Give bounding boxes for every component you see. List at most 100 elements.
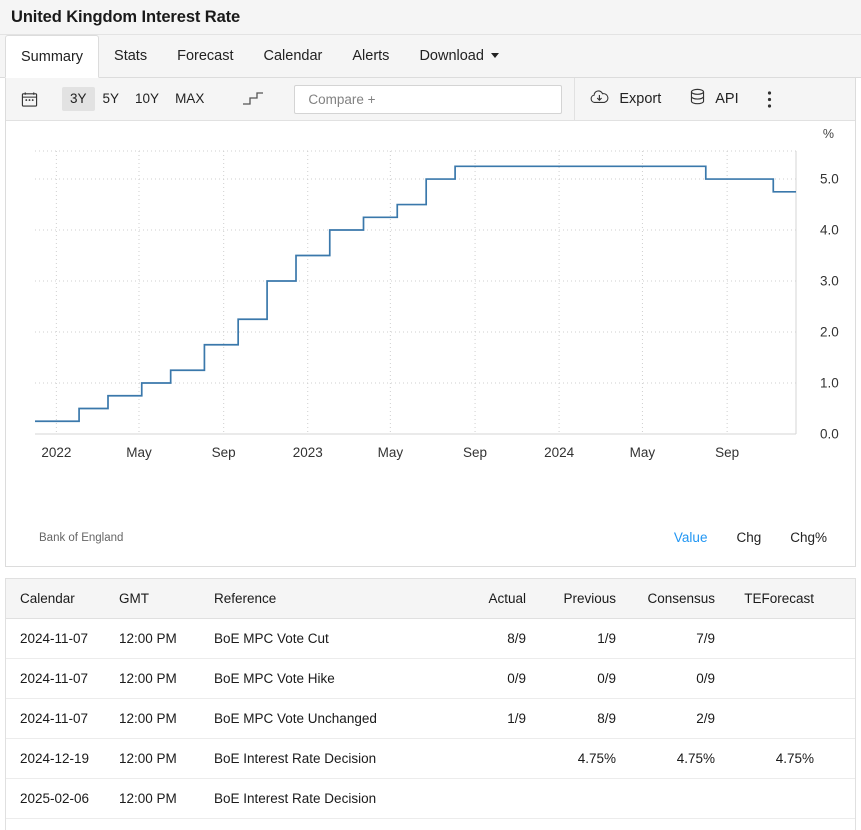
cell-reference: BoE MPC Vote Cut	[214, 619, 467, 659]
cell-gmt: 12:00 PM	[119, 659, 214, 699]
vertical-dots-icon[interactable]	[753, 90, 781, 109]
cell-reference: BoE Interest Rate Decision	[214, 779, 467, 819]
table-header-row: CalendarGMTReferenceActualPreviousConsen…	[6, 579, 855, 619]
range-button-5y[interactable]: 5Y	[95, 87, 128, 111]
table-row[interactable]: 2024-11-0712:00 PMBoE MPC Vote Cut8/91/9…	[6, 619, 855, 659]
svg-text:May: May	[378, 445, 404, 460]
svg-text:1.0: 1.0	[820, 376, 839, 391]
cell-reference: BoE MPC Vote Unchanged	[214, 699, 467, 739]
table-row[interactable]: 2025-02-0612:00 PMBoE Interest Rate Deci…	[6, 779, 855, 819]
cell-previous: 1/9	[548, 619, 638, 659]
svg-text:Sep: Sep	[463, 445, 487, 460]
svg-text:0.0: 0.0	[820, 427, 839, 442]
chart-card: 3Y5Y10YMAX Export	[5, 78, 856, 567]
cell-calendar: 2025-02-06	[6, 779, 119, 819]
tab-label: Calendar	[264, 48, 323, 64]
interest-rate-step-chart[interactable]: 0.01.02.03.04.05.02022MaySep2023MaySep20…	[6, 121, 855, 516]
table-head: CalendarGMTReferenceActualPreviousConsen…	[6, 579, 855, 619]
tab-label: Forecast	[177, 48, 233, 64]
chart-mode-chg-pct[interactable]: Chg%	[790, 530, 827, 545]
cell-gmt: 12:00 PM	[119, 779, 214, 819]
calendar-table-wrapper: CalendarGMTReferenceActualPreviousConsen…	[5, 578, 856, 830]
cell-teforecast	[738, 779, 855, 819]
table-row[interactable]: 2025-02-0612:00 PMBoE MPC Vote Cut	[6, 819, 855, 830]
calendar-table: CalendarGMTReferenceActualPreviousConsen…	[6, 579, 855, 830]
export-button[interactable]: Export	[575, 89, 675, 110]
tab-bar: Summary Stats Forecast Calendar Alerts Downlo…	[0, 35, 861, 78]
column-header-actual[interactable]: Actual	[467, 579, 548, 619]
page-title: United Kingdom Interest Rate	[11, 8, 240, 27]
cell-gmt: 12:00 PM	[119, 739, 214, 779]
cell-teforecast: 4.75%	[738, 739, 855, 779]
range-button-max[interactable]: MAX	[167, 87, 212, 111]
chart-source-label: Bank of England	[39, 532, 123, 544]
column-header-previous[interactable]: Previous	[548, 579, 638, 619]
column-header-reference[interactable]: Reference	[214, 579, 467, 619]
chart-mode-selector: Value Chg Chg%	[674, 530, 827, 545]
page-root: United Kingdom Interest Rate Summary Stat…	[0, 0, 861, 830]
tab-label: Summary	[21, 49, 83, 65]
tab-label: Download	[419, 48, 484, 64]
calendar-icon[interactable]	[18, 88, 40, 110]
tab-stats[interactable]: Stats	[99, 35, 162, 77]
cell-actual	[467, 739, 548, 779]
cell-teforecast	[738, 659, 855, 699]
table-row[interactable]: 2024-12-1912:00 PMBoE Interest Rate Deci…	[6, 739, 855, 779]
page-header: United Kingdom Interest Rate	[0, 0, 861, 35]
svg-text:2022: 2022	[41, 445, 71, 460]
cell-previous: 4.75%	[548, 739, 638, 779]
cell-teforecast	[738, 699, 855, 739]
svg-text:2024: 2024	[544, 445, 575, 460]
cell-actual	[467, 819, 548, 830]
cell-calendar: 2024-11-07	[6, 659, 119, 699]
cell-previous: 0/9	[548, 659, 638, 699]
cell-actual: 0/9	[467, 659, 548, 699]
column-header-calendar[interactable]: Calendar	[6, 579, 119, 619]
tab-label: Alerts	[352, 48, 389, 64]
chart-toolbar: 3Y5Y10YMAX Export	[6, 78, 855, 121]
column-header-consensus[interactable]: Consensus	[638, 579, 738, 619]
tab-summary[interactable]: Summary	[5, 35, 99, 78]
api-button[interactable]: API	[675, 88, 752, 111]
column-header-teforecast[interactable]: TEForecast	[738, 579, 855, 619]
compare-input[interactable]	[306, 91, 550, 108]
cell-actual: 1/9	[467, 699, 548, 739]
table-row[interactable]: 2024-11-0712:00 PMBoE MPC Vote Unchanged…	[6, 699, 855, 739]
chart-footer: Bank of England Value Chg Chg%	[6, 517, 855, 566]
tab-forecast[interactable]: Forecast	[162, 35, 248, 77]
cell-consensus: 2/9	[638, 699, 738, 739]
cell-reference: BoE Interest Rate Decision	[214, 739, 467, 779]
chart-plot-area: % 0.01.02.03.04.05.02022MaySep2023MaySep…	[6, 121, 855, 516]
tab-alerts[interactable]: Alerts	[337, 35, 404, 77]
cell-reference: BoE MPC Vote Hike	[214, 659, 467, 699]
tab-calendar[interactable]: Calendar	[249, 35, 338, 77]
cell-calendar: 2024-11-07	[6, 619, 119, 659]
cell-calendar: 2025-02-06	[6, 819, 119, 830]
cell-consensus: 4.75%	[638, 739, 738, 779]
svg-text:5.0: 5.0	[820, 172, 839, 187]
cell-calendar: 2024-11-07	[6, 699, 119, 739]
column-header-gmt[interactable]: GMT	[119, 579, 214, 619]
table-row[interactable]: 2024-11-0712:00 PMBoE MPC Vote Hike0/90/…	[6, 659, 855, 699]
cell-actual: 8/9	[467, 619, 548, 659]
api-label: API	[715, 91, 738, 107]
export-label: Export	[619, 91, 661, 107]
cell-consensus	[638, 779, 738, 819]
compare-input-wrapper[interactable]	[294, 85, 562, 114]
svg-text:2.0: 2.0	[820, 325, 839, 340]
step-chart-icon[interactable]	[240, 88, 266, 110]
cell-calendar: 2024-12-19	[6, 739, 119, 779]
svg-text:Sep: Sep	[715, 445, 739, 460]
svg-text:3.0: 3.0	[820, 274, 839, 289]
svg-text:May: May	[630, 445, 656, 460]
range-button-10y[interactable]: 10Y	[127, 87, 167, 111]
cell-gmt: 12:00 PM	[119, 819, 214, 830]
chart-mode-value[interactable]: Value	[674, 530, 708, 545]
database-icon	[689, 88, 706, 111]
cell-consensus: 0/9	[638, 659, 738, 699]
cell-previous: 8/9	[548, 699, 638, 739]
cell-consensus: 7/9	[638, 619, 738, 659]
range-button-3y[interactable]: 3Y	[62, 87, 95, 111]
tab-download[interactable]: Download	[404, 35, 514, 77]
chart-mode-chg[interactable]: Chg	[736, 530, 761, 545]
